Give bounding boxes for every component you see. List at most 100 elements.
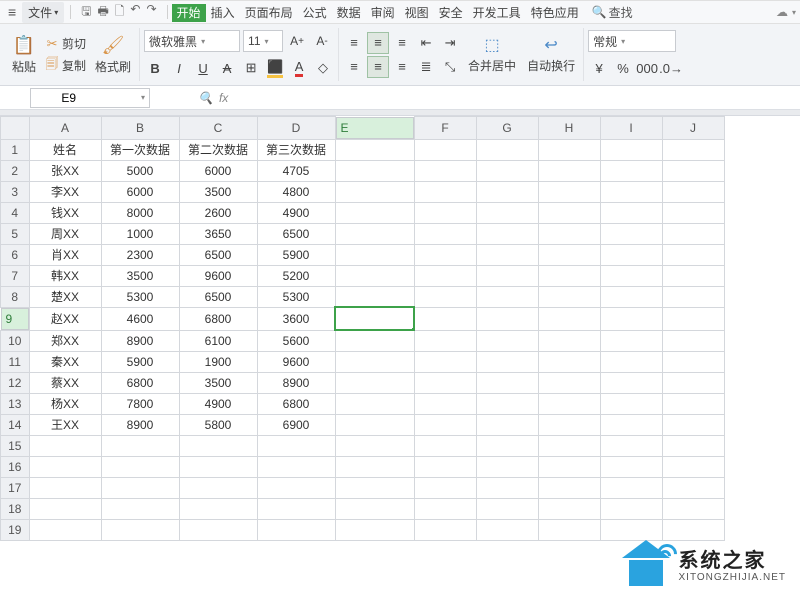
row-header-14[interactable]: 14 xyxy=(1,414,30,435)
ribbon-tab-1[interactable]: 插入 xyxy=(206,4,240,22)
inc-decimals-icon[interactable]: .0→ xyxy=(660,57,682,79)
cell-J8[interactable] xyxy=(662,286,724,307)
undo-icon[interactable]: ↶ xyxy=(130,2,140,23)
cell-A5[interactable]: 周XX xyxy=(29,223,101,244)
cell-E8[interactable] xyxy=(335,286,414,307)
cell-E14[interactable] xyxy=(335,414,414,435)
cell-C17[interactable] xyxy=(179,477,257,498)
row-header-17[interactable]: 17 xyxy=(1,477,30,498)
cell-A13[interactable]: 杨XX xyxy=(29,393,101,414)
cell-E19[interactable] xyxy=(335,519,414,540)
cell-H16[interactable] xyxy=(538,456,600,477)
cell-E9[interactable] xyxy=(335,307,414,330)
cell-J4[interactable] xyxy=(662,202,724,223)
cell-B18[interactable] xyxy=(101,498,179,519)
ribbon-tab-4[interactable]: 数据 xyxy=(332,4,366,22)
cell-B7[interactable]: 3500 xyxy=(101,265,179,286)
cell-E5[interactable] xyxy=(335,223,414,244)
cell-F16[interactable] xyxy=(414,456,476,477)
cell-G15[interactable] xyxy=(476,435,538,456)
bold-button[interactable]: B xyxy=(144,57,166,79)
cell-C5[interactable]: 3650 xyxy=(179,223,257,244)
cell-H3[interactable] xyxy=(538,181,600,202)
cell-I3[interactable] xyxy=(600,181,662,202)
cell-J9[interactable] xyxy=(662,307,724,330)
wrap-text-button[interactable]: ↩ 自动换行 xyxy=(523,35,579,74)
cloud-icon[interactable]: ☁ xyxy=(776,5,788,19)
cell-I8[interactable] xyxy=(600,286,662,307)
cell-B9[interactable]: 4600 xyxy=(101,307,179,330)
cell-J15[interactable] xyxy=(662,435,724,456)
cell-D17[interactable] xyxy=(257,477,335,498)
cell-C15[interactable] xyxy=(179,435,257,456)
cell-B13[interactable]: 7800 xyxy=(101,393,179,414)
cell-I5[interactable] xyxy=(600,223,662,244)
font-name-select[interactable]: 微软雅黑▾ xyxy=(144,30,240,52)
ribbon-tab-3[interactable]: 公式 xyxy=(298,4,332,22)
cell-D3[interactable]: 4800 xyxy=(257,181,335,202)
cell-J2[interactable] xyxy=(662,160,724,181)
col-header-B[interactable]: B xyxy=(101,117,179,140)
cell-I14[interactable] xyxy=(600,414,662,435)
col-header-C[interactable]: C xyxy=(179,117,257,140)
number-format-select[interactable]: 常规▾ xyxy=(588,30,676,52)
cell-E15[interactable] xyxy=(335,435,414,456)
row-header-1[interactable]: 1 xyxy=(1,139,30,160)
cell-B1[interactable]: 第一次数据 xyxy=(101,139,179,160)
cell-A10[interactable]: 郑XX xyxy=(29,330,101,351)
cell-B3[interactable]: 6000 xyxy=(101,181,179,202)
cell-D16[interactable] xyxy=(257,456,335,477)
cell-A9[interactable]: 赵XX xyxy=(29,307,101,330)
cell-A12[interactable]: 蔡XX xyxy=(29,372,101,393)
align-left-icon[interactable]: ≡ xyxy=(343,56,365,78)
col-header-G[interactable]: G xyxy=(476,117,538,140)
find-button[interactable]: 🔍 查找 xyxy=(592,4,633,21)
cell-I16[interactable] xyxy=(600,456,662,477)
col-header-H[interactable]: H xyxy=(538,117,600,140)
cell-B11[interactable]: 5900 xyxy=(101,351,179,372)
cell-H19[interactable] xyxy=(538,519,600,540)
print-icon[interactable]: 🖶 xyxy=(97,2,108,23)
cell-I7[interactable] xyxy=(600,265,662,286)
cell-C10[interactable]: 6100 xyxy=(179,330,257,351)
cell-J18[interactable] xyxy=(662,498,724,519)
cell-E11[interactable] xyxy=(335,351,414,372)
align-right-icon[interactable]: ≡ xyxy=(391,56,413,78)
redo-icon[interactable]: ↷ xyxy=(146,2,156,23)
cell-I11[interactable] xyxy=(600,351,662,372)
cell-G9[interactable] xyxy=(476,307,538,330)
cell-D19[interactable] xyxy=(257,519,335,540)
cell-A6[interactable]: 肖XX xyxy=(29,244,101,265)
cell-H4[interactable] xyxy=(538,202,600,223)
cell-I19[interactable] xyxy=(600,519,662,540)
preview-icon[interactable]: 🗋 xyxy=(115,2,125,23)
row-header-10[interactable]: 10 xyxy=(1,330,30,351)
col-header-E[interactable]: E xyxy=(336,117,414,139)
cell-D18[interactable] xyxy=(257,498,335,519)
row-header-11[interactable]: 11 xyxy=(1,351,30,372)
cell-E3[interactable] xyxy=(335,181,414,202)
cell-G12[interactable] xyxy=(476,372,538,393)
cell-F11[interactable] xyxy=(414,351,476,372)
cell-J14[interactable] xyxy=(662,414,724,435)
cell-E12[interactable] xyxy=(335,372,414,393)
cell-A17[interactable] xyxy=(29,477,101,498)
cell-D2[interactable]: 4705 xyxy=(257,160,335,181)
row-header-18[interactable]: 18 xyxy=(1,498,30,519)
col-header-J[interactable]: J xyxy=(662,117,724,140)
cell-H10[interactable] xyxy=(538,330,600,351)
cell-B6[interactable]: 2300 xyxy=(101,244,179,265)
cell-G6[interactable] xyxy=(476,244,538,265)
cell-C19[interactable] xyxy=(179,519,257,540)
cell-C8[interactable]: 6500 xyxy=(179,286,257,307)
cell-J17[interactable] xyxy=(662,477,724,498)
cell-D11[interactable]: 9600 xyxy=(257,351,335,372)
cut-button[interactable]: ✂剪切 xyxy=(43,34,88,53)
cell-H5[interactable] xyxy=(538,223,600,244)
cell-H18[interactable] xyxy=(538,498,600,519)
row-header-4[interactable]: 4 xyxy=(1,202,30,223)
cell-C6[interactable]: 6500 xyxy=(179,244,257,265)
cell-D10[interactable]: 5600 xyxy=(257,330,335,351)
align-middle-icon[interactable]: ≡ xyxy=(367,32,389,54)
row-header-9[interactable]: 9 xyxy=(1,308,29,330)
